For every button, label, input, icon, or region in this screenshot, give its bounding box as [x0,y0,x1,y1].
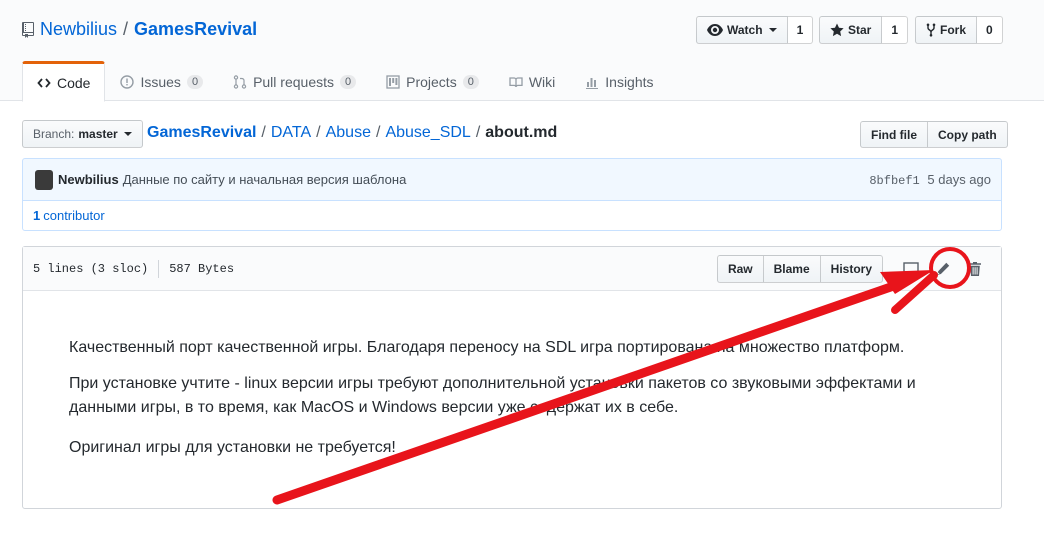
raw-button[interactable]: Raw [716,254,764,283]
contributors-label: contributor [43,208,105,223]
tab-label: Wiki [528,74,556,90]
fork-group: Fork 0 [915,16,1003,44]
commit-message-link[interactable]: Данные по сайту и начальная версия шабло… [123,172,407,187]
contributors-count: 1 [33,208,41,223]
star-group: Star 1 [819,16,909,44]
avatar[interactable] [35,169,53,190]
tab-label: Insights [605,74,654,90]
edit-file-button[interactable] [932,258,954,280]
commit-sha-link[interactable]: 8bfbef1 [869,174,919,188]
eye-icon [707,24,723,36]
tab-projects[interactable]: Projects 0 [371,61,494,101]
breadcrumb-separator: / [475,124,481,141]
issue-icon [120,75,135,89]
blame-button[interactable]: Blame [763,254,821,283]
tab-counter: 0 [462,75,479,89]
book-icon [509,77,523,88]
commit-author-link[interactable]: Newbilius [58,172,119,187]
tab-insights[interactable]: Insights [570,61,668,101]
tab-wiki[interactable]: Wiki [494,61,570,101]
file-info-divider [158,259,160,278]
delete-file-button[interactable] [964,258,986,280]
desktop-icon [903,261,919,275]
tab-issues[interactable]: Issues 0 [105,61,218,101]
breadcrumb-separator: / [261,124,266,141]
desktop-button[interactable] [900,258,922,280]
trash-icon [969,261,981,276]
branch-label: Branch: [33,127,75,141]
tab-label: Projects [406,74,457,90]
pull-request-icon [233,75,247,89]
tab-counter: 0 [186,75,204,89]
repo-icon [22,21,34,38]
breadcrumb-separator: / [375,124,381,141]
readme-paragraph: При установке учтите - linux версии игры… [69,375,916,416]
watch-button[interactable]: Watch [696,16,788,44]
commit-time: 5 days ago [927,171,991,187]
watch-count[interactable]: 1 [787,16,814,44]
tab-code[interactable]: Code [22,61,106,102]
fork-icon [926,23,936,37]
star-button[interactable]: Star [819,16,883,44]
star-icon [830,23,844,37]
tab-label: Code [57,74,91,91]
fork-button[interactable]: Fork [915,16,978,44]
breadcrumb: GamesRevival / DATA / Abuse / Abuse_SDL … [147,124,557,142]
tab-pull-requests[interactable]: Pull requests 0 [218,61,371,101]
fork-count[interactable]: 0 [977,16,1003,44]
history-button[interactable]: History [820,254,883,283]
file-navigation: Find file Copy path [860,121,1008,148]
file-box: 5 lines (3 sloc) 587 Bytes Raw Blame His… [22,246,1002,509]
repo-title-separator: / [123,19,129,39]
breadcrumb-abuse-sdl-link[interactable]: Abuse_SDL [385,124,470,142]
repo-tabs: Code Issues 0 Pull requests 0 Projects 0… [22,61,669,102]
breadcrumb-repo-link[interactable]: GamesRevival [147,124,256,142]
watch-label: Watch [727,23,763,37]
watch-group: Watch 1 [696,16,814,44]
contributors-bar[interactable]: 1 contributor [22,200,1002,231]
star-label: Star [848,23,872,37]
tab-counter: 0 [340,75,357,89]
branch-value: master [78,127,118,141]
repo-title: Newbilius / GamesRevival [22,19,257,40]
breadcrumb-abuse-link[interactable]: Abuse [326,124,371,142]
file-header: 5 lines (3 sloc) 587 Bytes Raw Blame His… [23,247,1001,291]
breadcrumb-separator: / [316,124,321,141]
readme-paragraph: Качественный порт качественной игры. Бла… [69,339,905,356]
code-icon [37,77,51,88]
breadcrumb-file-name: about.md [485,124,558,141]
graph-icon [586,78,599,89]
file-lines: 5 lines (3 sloc) [33,261,149,276]
readme-content: Качественный порт качественной игры. Бла… [23,291,1001,521]
pencil-icon [937,262,950,275]
repo-name-link[interactable]: GamesRevival [134,19,257,40]
commit-meta: 8bfbef1 5 days ago [869,172,991,188]
file-view-buttons: Raw Blame History [716,254,883,283]
star-count[interactable]: 1 [882,16,909,44]
file-actions: Raw Blame History [716,254,991,283]
tab-label: Pull requests [253,74,334,90]
copy-path-button[interactable]: Copy path [928,121,1008,148]
caret-down-icon [123,132,132,136]
repo-owner-link[interactable]: Newbilius [40,19,117,40]
breadcrumb-data-link[interactable]: DATA [271,124,311,142]
repo-header: Newbilius / GamesRevival Watch 1 Star 1 … [0,0,1044,102]
fork-label: Fork [940,23,967,37]
commit-tease: Newbilius Данные по сайту и начальная ве… [22,158,1002,201]
file-info: 5 lines (3 sloc) 587 Bytes [33,259,235,278]
branch-select-button[interactable]: Branch: master [22,120,143,148]
readme-paragraph: Оригинал игры для установки не требуется… [69,439,396,456]
tab-label: Issues [140,74,181,90]
project-icon [386,75,400,89]
find-file-button[interactable]: Find file [860,121,928,148]
caret-down-icon [768,28,777,32]
file-size: 587 Bytes [169,261,235,276]
